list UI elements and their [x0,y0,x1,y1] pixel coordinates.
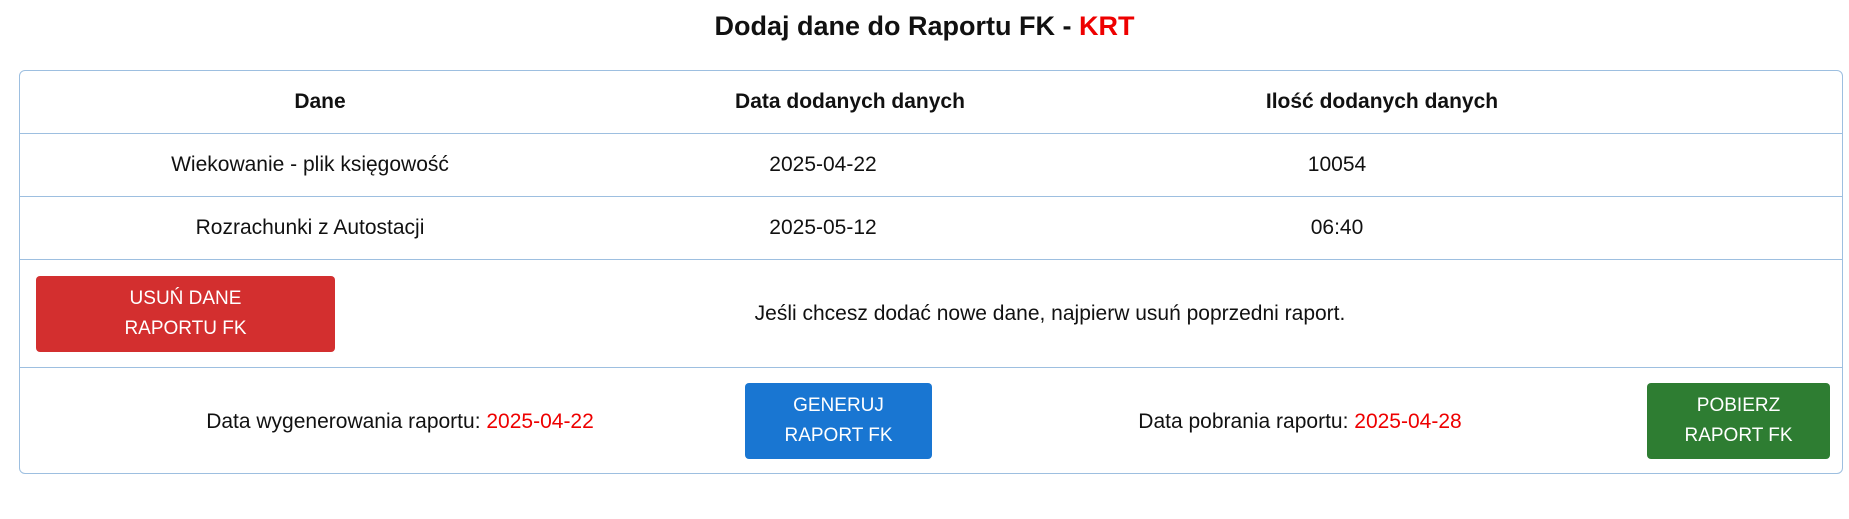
row-data-date: 2025-04-22 [769,153,877,176]
download-button-label-line1: POBIERZ [1696,395,1781,416]
row-data-name: Wiekowanie - plik księgowość [171,153,449,176]
generate-button-label-line2: RAPORT FK [784,425,893,446]
generate-report-button[interactable]: GENERUJ RAPORT FK [745,383,932,459]
generated-date-label: Data wygenerowania raportu: [206,409,487,433]
delete-data-row: USUŃ DANE RAPORTU FK Jeśli chcesz dodać … [20,260,1842,368]
generated-date-info: Data wygenerowania raportu: 2025-04-22 [190,368,610,473]
column-header-date: Data dodanych danych [735,90,965,113]
row-data-date: 2025-05-12 [769,216,877,239]
page-title: Dodaj dane do Raportu FK - KRT [0,8,1849,44]
download-button-label-line2: RAPORT FK [1684,425,1793,446]
delete-button-label-line1: USUŃ DANE [129,288,242,309]
table-row: Wiekowanie - plik księgowość 2025-04-22 … [20,134,1842,197]
generate-button-label-line1: GENERUJ [793,395,884,416]
generated-date-value: 2025-04-22 [486,409,594,433]
downloaded-date-info: Data pobrania raportu: 2025-04-28 [1120,368,1480,473]
row-data-name: Rozrachunki z Autostacji [195,216,425,239]
report-actions-row: Data wygenerowania raportu: 2025-04-22 G… [20,368,1842,473]
column-header-dane: Dane [294,90,346,113]
delete-report-data-button[interactable]: USUŃ DANE RAPORTU FK [36,276,335,352]
row-data-count: 06:40 [1310,216,1364,239]
report-panel: Dane Data dodanych danych Ilość dodanych… [19,70,1843,474]
page-title-accent: KRT [1079,11,1135,41]
delete-button-label-line2: RAPORTU FK [124,318,247,339]
row-data-count: 10054 [1307,153,1367,176]
downloaded-date-label: Data pobrania raportu: [1138,409,1355,433]
column-header-count: Ilość dodanych danych [1265,90,1499,113]
table-header-row: Dane Data dodanych danych Ilość dodanych… [20,71,1842,134]
table-row: Rozrachunki z Autostacji 2025-05-12 06:4… [20,197,1842,260]
page-title-text: Dodaj dane do Raportu FK - [714,11,1079,41]
downloaded-date-value: 2025-04-28 [1354,409,1462,433]
delete-info-message: Jeśli chcesz dodać nowe dane, najpierw u… [754,301,1346,325]
download-report-button[interactable]: POBIERZ RAPORT FK [1647,383,1830,459]
